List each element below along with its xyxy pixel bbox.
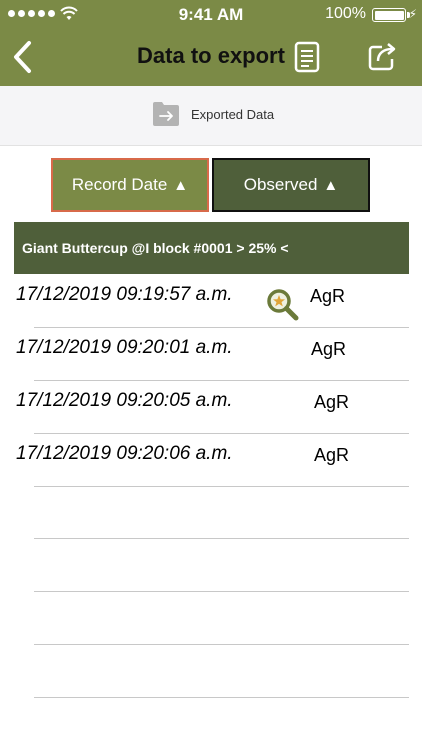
app-header: 9:41 AM 100% ⚡ Data to export <box>0 0 422 86</box>
list-item[interactable]: 17/12/2019 09:19:57 a.m. AgR <box>0 274 422 327</box>
magnifier-star-icon[interactable] <box>265 287 299 321</box>
page-title: Data to export <box>137 43 285 68</box>
sort-ascending-icon: ▲ <box>323 176 339 194</box>
charging-icon: ⚡ <box>408 7 417 21</box>
document-icon[interactable] <box>293 41 321 73</box>
list-item[interactable]: 17/12/2019 09:20:05 a.m. AgR <box>0 380 422 433</box>
sort-record-date-button[interactable]: Record Date ▲ <box>51 158 209 212</box>
record-date: 17/12/2019 09:20:05 a.m. <box>16 390 233 411</box>
record-date: 17/12/2019 09:19:57 a.m. <box>16 284 233 305</box>
sort-observed-button[interactable]: Observed ▲ <box>212 158 370 212</box>
record-date: 17/12/2019 09:20:06 a.m. <box>16 443 233 464</box>
group-title: Giant Buttercup @I block #0001 > 25% < <box>22 240 289 256</box>
share-icon[interactable] <box>366 39 400 73</box>
battery-icon <box>372 8 410 22</box>
exported-data-icon <box>153 102 179 126</box>
row-divider <box>34 486 409 487</box>
back-chevron-icon[interactable] <box>10 40 36 74</box>
observation-code: AgR <box>310 286 346 306</box>
sort-ascending-icon: ▲ <box>173 176 189 194</box>
observation-code: AgR <box>314 392 350 412</box>
row-divider <box>34 644 409 645</box>
status-bar: 9:41 AM 100% ⚡ <box>0 0 422 28</box>
row-divider <box>34 591 409 592</box>
group-header: Giant Buttercup @I block #0001 > 25% < <box>14 222 409 274</box>
exported-data-label: Exported Data <box>191 107 275 122</box>
navigation-bar: Data to export <box>0 28 422 86</box>
row-divider <box>34 538 409 539</box>
list-item[interactable]: 17/12/2019 09:20:01 a.m. AgR <box>0 327 422 380</box>
observation-code: AgR <box>314 445 350 465</box>
record-date: 17/12/2019 09:20:01 a.m. <box>16 337 233 358</box>
sort-record-date-label: Record Date <box>71 175 168 194</box>
observation-code: AgR <box>311 339 347 359</box>
list-item[interactable]: 17/12/2019 09:20:06 a.m. AgR <box>0 433 422 486</box>
battery-percentage: 100% <box>325 5 366 22</box>
row-divider <box>34 697 409 698</box>
sort-observed-label: Observed <box>243 175 318 194</box>
exported-data-bar[interactable]: Exported Data <box>0 86 422 146</box>
